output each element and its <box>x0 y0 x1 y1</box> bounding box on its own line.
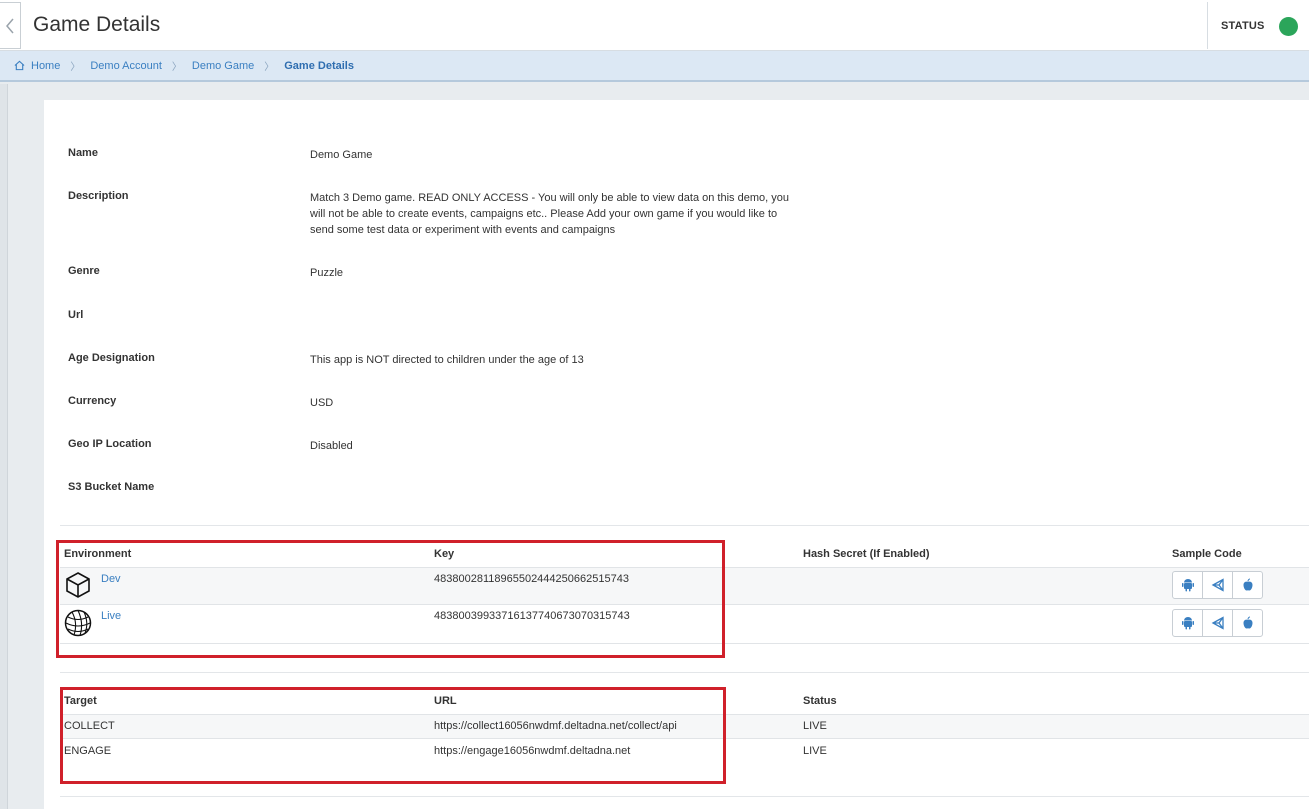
apple-icon <box>1243 616 1252 629</box>
endpoint-status: LIVE <box>803 745 827 757</box>
unity-sample-button[interactable] <box>1203 572 1233 598</box>
collapse-sidebar-button[interactable] <box>0 2 21 49</box>
home-icon[interactable] <box>14 60 25 71</box>
column-header-sample-code: Sample Code <box>1172 548 1242 560</box>
android-icon <box>1181 579 1194 592</box>
left-rail <box>0 84 8 809</box>
chevron-left-icon <box>6 18 14 33</box>
section-divider <box>60 796 1309 797</box>
breadcrumb-separator: 〉 <box>264 62 275 73</box>
page-header: Game Details STATUS <box>0 0 1309 51</box>
detail-label: Currency <box>68 395 117 407</box>
detail-value: Match 3 Demo game. READ ONLY ACCESS - Yo… <box>310 192 789 236</box>
apple-icon <box>1243 578 1252 591</box>
apple-sample-button[interactable] <box>1233 610 1262 636</box>
status-label: STATUS <box>1221 20 1265 32</box>
status-area: STATUS <box>1207 2 1309 49</box>
detail-value: This app is NOT directed to children und… <box>310 354 584 366</box>
unity-icon <box>1211 578 1224 592</box>
breadcrumb-separator: 〉 <box>171 62 182 73</box>
breadcrumb-current: Game Details <box>284 59 354 72</box>
breadcrumb-game[interactable]: Demo Game <box>192 60 254 72</box>
unity-sample-button[interactable] <box>1203 610 1233 636</box>
column-header-status: Status <box>803 695 837 707</box>
sample-code-buttons <box>1172 571 1263 599</box>
android-sample-button[interactable] <box>1173 572 1203 598</box>
detail-label: Name <box>68 147 98 159</box>
breadcrumb-home[interactable]: Home <box>31 60 60 72</box>
apple-sample-button[interactable] <box>1233 572 1262 598</box>
breadcrumb-account[interactable]: Demo Account <box>90 60 162 72</box>
detail-label: Age Designation <box>68 352 155 364</box>
android-sample-button[interactable] <box>1173 610 1203 636</box>
detail-label: Genre <box>68 265 100 277</box>
breadcrumb: Home 〉 Demo Account 〉 Demo Game 〉 Game D… <box>0 51 1309 82</box>
section-divider <box>60 525 1309 526</box>
column-header-hash-secret: Hash Secret (If Enabled) <box>803 548 930 560</box>
detail-label: Geo IP Location <box>68 438 152 450</box>
detail-label: Description <box>68 190 129 202</box>
detail-value: Demo Game <box>310 149 373 161</box>
detail-value: Puzzle <box>310 267 344 279</box>
unity-icon <box>1211 616 1224 630</box>
page-title: Game Details <box>33 13 161 36</box>
environments-highlight-box <box>56 540 725 658</box>
status-indicator <box>1279 17 1298 36</box>
endpoints-highlight-box <box>60 687 726 784</box>
detail-label: S3 Bucket Name <box>68 481 155 493</box>
detail-value: USD <box>310 397 334 409</box>
detail-value: Disabled <box>310 440 353 452</box>
android-icon <box>1181 617 1194 630</box>
breadcrumb-separator: 〉 <box>70 62 81 73</box>
section-divider <box>60 672 1309 673</box>
detail-label: Url <box>68 309 84 321</box>
endpoint-status: LIVE <box>803 720 827 732</box>
sample-code-buttons <box>1172 609 1263 637</box>
